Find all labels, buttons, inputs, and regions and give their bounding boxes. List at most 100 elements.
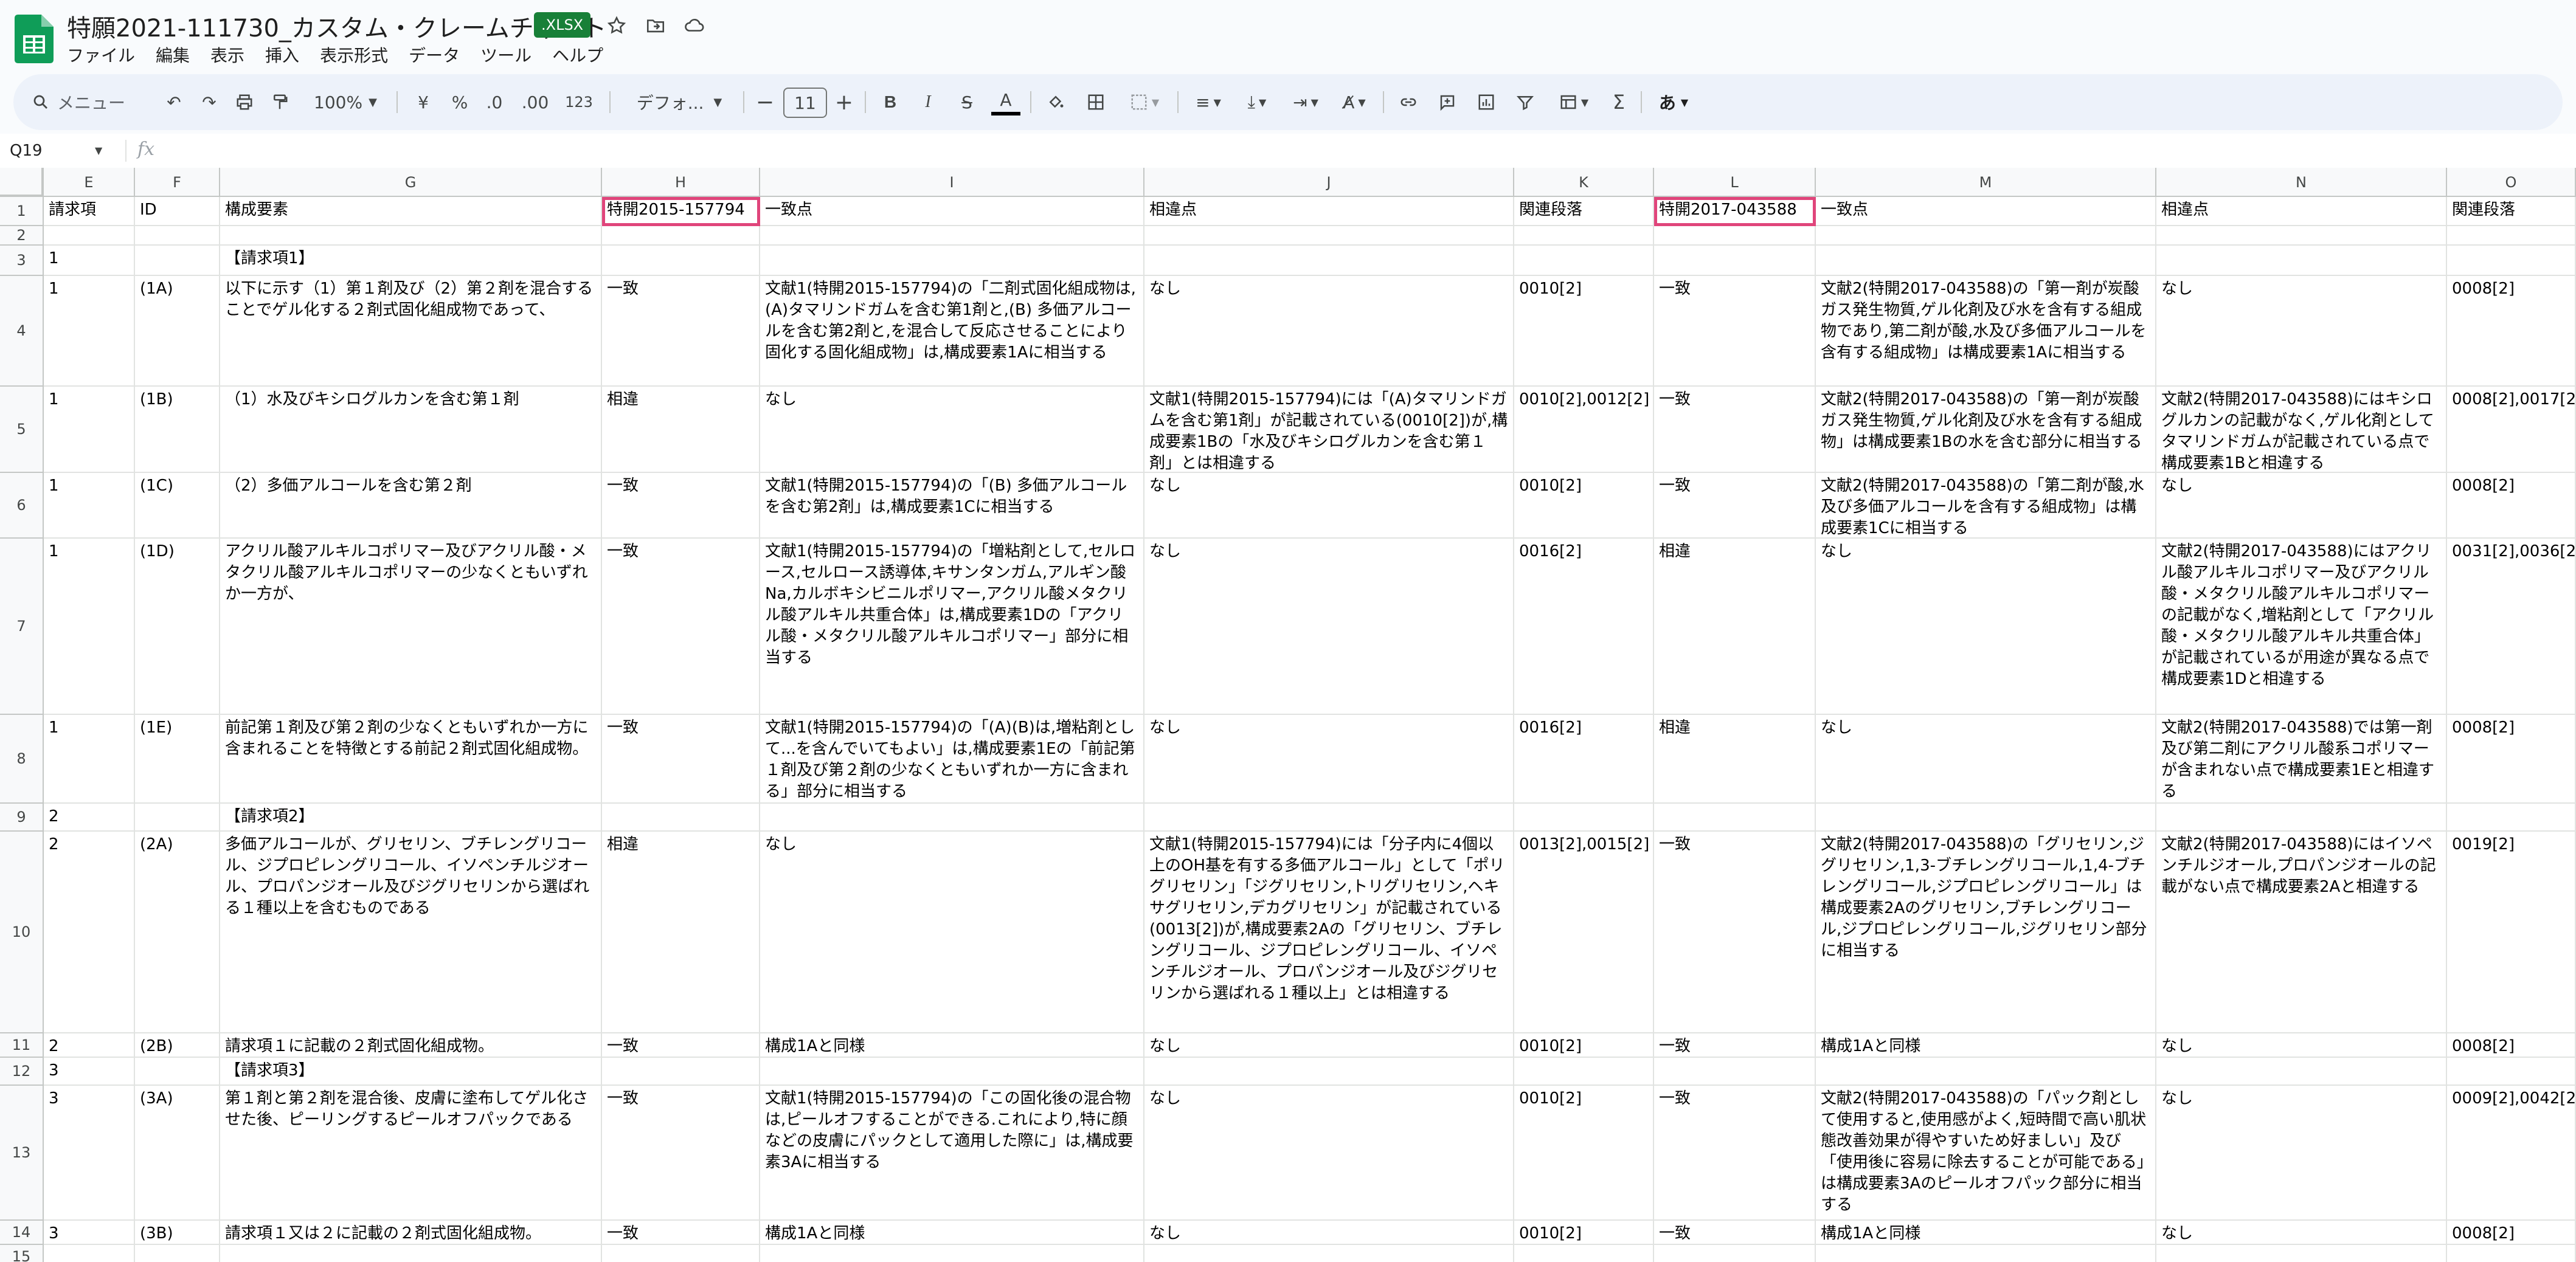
cell-h4[interactable]: 一致: [602, 276, 760, 387]
cell-f9[interactable]: [135, 804, 220, 832]
cell-i11[interactable]: 構成1Aと同様: [760, 1033, 1144, 1058]
cell-l2[interactable]: [1654, 226, 1816, 246]
cell-f4[interactable]: (1A): [135, 276, 220, 387]
input-tools-button[interactable]: あ ▼: [1649, 88, 1698, 117]
cell-h6[interactable]: 一致: [602, 473, 760, 539]
cell-e8[interactable]: 1: [44, 715, 135, 804]
filter-icon[interactable]: [1511, 88, 1540, 117]
cell-f11[interactable]: (2B): [135, 1033, 220, 1058]
cell-n5[interactable]: 文献2(特開2017-043588)にはキシログルカンの記載がなく,ゲル化剤とし…: [2156, 387, 2447, 473]
cell-m13[interactable]: 文献2(特開2017-043588)の「パック剤として使用すると,使用感がよく,…: [1816, 1086, 2156, 1221]
cell-m12[interactable]: [1816, 1058, 2156, 1086]
move-folder-icon[interactable]: [641, 11, 670, 40]
cell-i6[interactable]: 文献1(特開2015-157794)の「(B) 多価アルコールを含む第2剤」は,…: [760, 473, 1144, 539]
cell-j3[interactable]: [1144, 246, 1514, 276]
document-title[interactable]: 特願2021-111730_カスタム・クレームチャート: [67, 9, 606, 44]
cell-k10[interactable]: 0013[2],0015[2]: [1514, 832, 1654, 1033]
cell-o11[interactable]: 0008[2]: [2447, 1033, 2576, 1058]
cell-l5[interactable]: 一致: [1654, 387, 1816, 473]
insert-comment-icon[interactable]: [1433, 88, 1462, 117]
cell-i10[interactable]: なし: [760, 832, 1144, 1033]
cell-g15[interactable]: [220, 1245, 602, 1262]
text-wrapping-icon[interactable]: ⇥ ▼: [1284, 88, 1327, 117]
cell-i13[interactable]: 文献1(特開2015-157794)の「この固化後の混合物は,ピールオフすること…: [760, 1086, 1144, 1221]
cell-o3[interactable]: [2447, 246, 2576, 276]
cell-g9[interactable]: 【請求項2】: [220, 804, 602, 832]
row-header[interactable]: 3: [0, 246, 44, 276]
cell-m8[interactable]: なし: [1816, 715, 2156, 804]
cell-f13[interactable]: (3A): [135, 1086, 220, 1221]
cell-g4[interactable]: 以下に示す（1）第１剤及び（2）第２剤を混合することでゲル化する２剤式固化組成物…: [220, 276, 602, 387]
cell-k12[interactable]: [1514, 1058, 1654, 1086]
cell-g6[interactable]: （2）多価アルコールを含む第２剤: [220, 473, 602, 539]
cell-i14[interactable]: 構成1Aと同様: [760, 1221, 1144, 1245]
currency-format-button[interactable]: ¥: [411, 88, 435, 117]
row-header[interactable]: 7: [0, 539, 44, 715]
cell-h8[interactable]: 一致: [602, 715, 760, 804]
cell-g1[interactable]: 構成要素: [220, 197, 602, 226]
cell-g14[interactable]: 請求項１又は２に記載の２剤式固化組成物。: [220, 1221, 602, 1245]
cell-m3[interactable]: [1816, 246, 2156, 276]
increase-font-size-button[interactable]: +: [832, 88, 856, 117]
cell-e12[interactable]: 3: [44, 1058, 135, 1086]
cell-i15[interactable]: [760, 1245, 1144, 1262]
menu-edit[interactable]: 編集: [156, 43, 190, 67]
cell-e2[interactable]: [44, 226, 135, 246]
cell-j9[interactable]: [1144, 804, 1514, 832]
cell-o13[interactable]: 0009[2],0042[2]: [2447, 1086, 2576, 1221]
cell-m7[interactable]: なし: [1816, 539, 2156, 715]
cell-e9[interactable]: 2: [44, 804, 135, 832]
cell-g13[interactable]: 第１剤と第２剤を混合後、皮膚に塗布してゲル化させた後、ピーリングするピールオフパ…: [220, 1086, 602, 1221]
cell-m14[interactable]: 構成1Aと同様: [1816, 1221, 2156, 1245]
cell-f3[interactable]: [135, 246, 220, 276]
cell-k6[interactable]: 0010[2]: [1514, 473, 1654, 539]
cell-m5[interactable]: 文献2(特開2017-043588)の「第一剤が炭酸ガス発生物質,ゲル化剤及び水…: [1816, 387, 2156, 473]
cell-e3[interactable]: 1: [44, 246, 135, 276]
cell-n1[interactable]: 相違点: [2156, 197, 2447, 226]
column-header-f[interactable]: F: [135, 168, 220, 197]
cell-h3[interactable]: [602, 246, 760, 276]
cell-o7[interactable]: 0031[2],0036[2]: [2447, 539, 2576, 715]
cell-e1[interactable]: 請求項: [44, 197, 135, 226]
cell-o2[interactable]: [2447, 226, 2576, 246]
cell-f14[interactable]: (3B): [135, 1221, 220, 1245]
cell-h14[interactable]: 一致: [602, 1221, 760, 1245]
cell-i4[interactable]: 文献1(特開2015-157794)の「二剤式固化組成物は,(A)タマリンドガム…: [760, 276, 1144, 387]
cell-h2[interactable]: [602, 226, 760, 246]
cell-i2[interactable]: [760, 226, 1144, 246]
text-rotation-icon[interactable]: A̸ ▼: [1333, 88, 1376, 117]
cell-f12[interactable]: [135, 1058, 220, 1086]
cell-o8[interactable]: 0008[2]: [2447, 715, 2576, 804]
menu-file[interactable]: ファイル: [67, 43, 135, 67]
row-header[interactable]: 15: [0, 1245, 44, 1262]
cell-i1[interactable]: 一致点: [760, 197, 1144, 226]
cell-m2[interactable]: [1816, 226, 2156, 246]
cell-l4[interactable]: 一致: [1654, 276, 1816, 387]
cell-h12[interactable]: [602, 1058, 760, 1086]
cell-f6[interactable]: (1C): [135, 473, 220, 539]
cell-k11[interactable]: 0010[2]: [1514, 1033, 1654, 1058]
cell-e15[interactable]: [44, 1245, 135, 1262]
cell-g7[interactable]: アクリル酸アルキルコポリマー及びアクリル酸・メタクリル酸アルキルコポリマーの少な…: [220, 539, 602, 715]
cell-l10[interactable]: 一致: [1654, 832, 1816, 1033]
cell-g10[interactable]: 多価アルコールが、グリセリン、ブチレングリコール、ジプロピレングリコール、イソペ…: [220, 832, 602, 1033]
cell-j2[interactable]: [1144, 226, 1514, 246]
cell-m6[interactable]: 文献2(特開2017-043588)の「第二剤が酸,水及び多価アルコールを含有す…: [1816, 473, 2156, 539]
cell-n12[interactable]: [2156, 1058, 2447, 1086]
cell-l15[interactable]: [1654, 1245, 1816, 1262]
cell-o6[interactable]: 0008[2]: [2447, 473, 2576, 539]
cell-e6[interactable]: 1: [44, 473, 135, 539]
text-color-icon[interactable]: A: [991, 88, 1020, 116]
row-header[interactable]: 14: [0, 1221, 44, 1245]
cell-k15[interactable]: [1514, 1245, 1654, 1262]
cell-f2[interactable]: [135, 226, 220, 246]
cell-j12[interactable]: [1144, 1058, 1514, 1086]
column-header-g[interactable]: G: [220, 168, 602, 197]
cell-n11[interactable]: なし: [2156, 1033, 2447, 1058]
column-header-i[interactable]: I: [760, 168, 1144, 197]
insert-chart-icon[interactable]: [1472, 88, 1501, 117]
row-header[interactable]: 10: [0, 832, 44, 1033]
cell-n9[interactable]: [2156, 804, 2447, 832]
cell-m9[interactable]: [1816, 804, 2156, 832]
cell-l1[interactable]: 特開2017-043588: [1654, 197, 1816, 226]
